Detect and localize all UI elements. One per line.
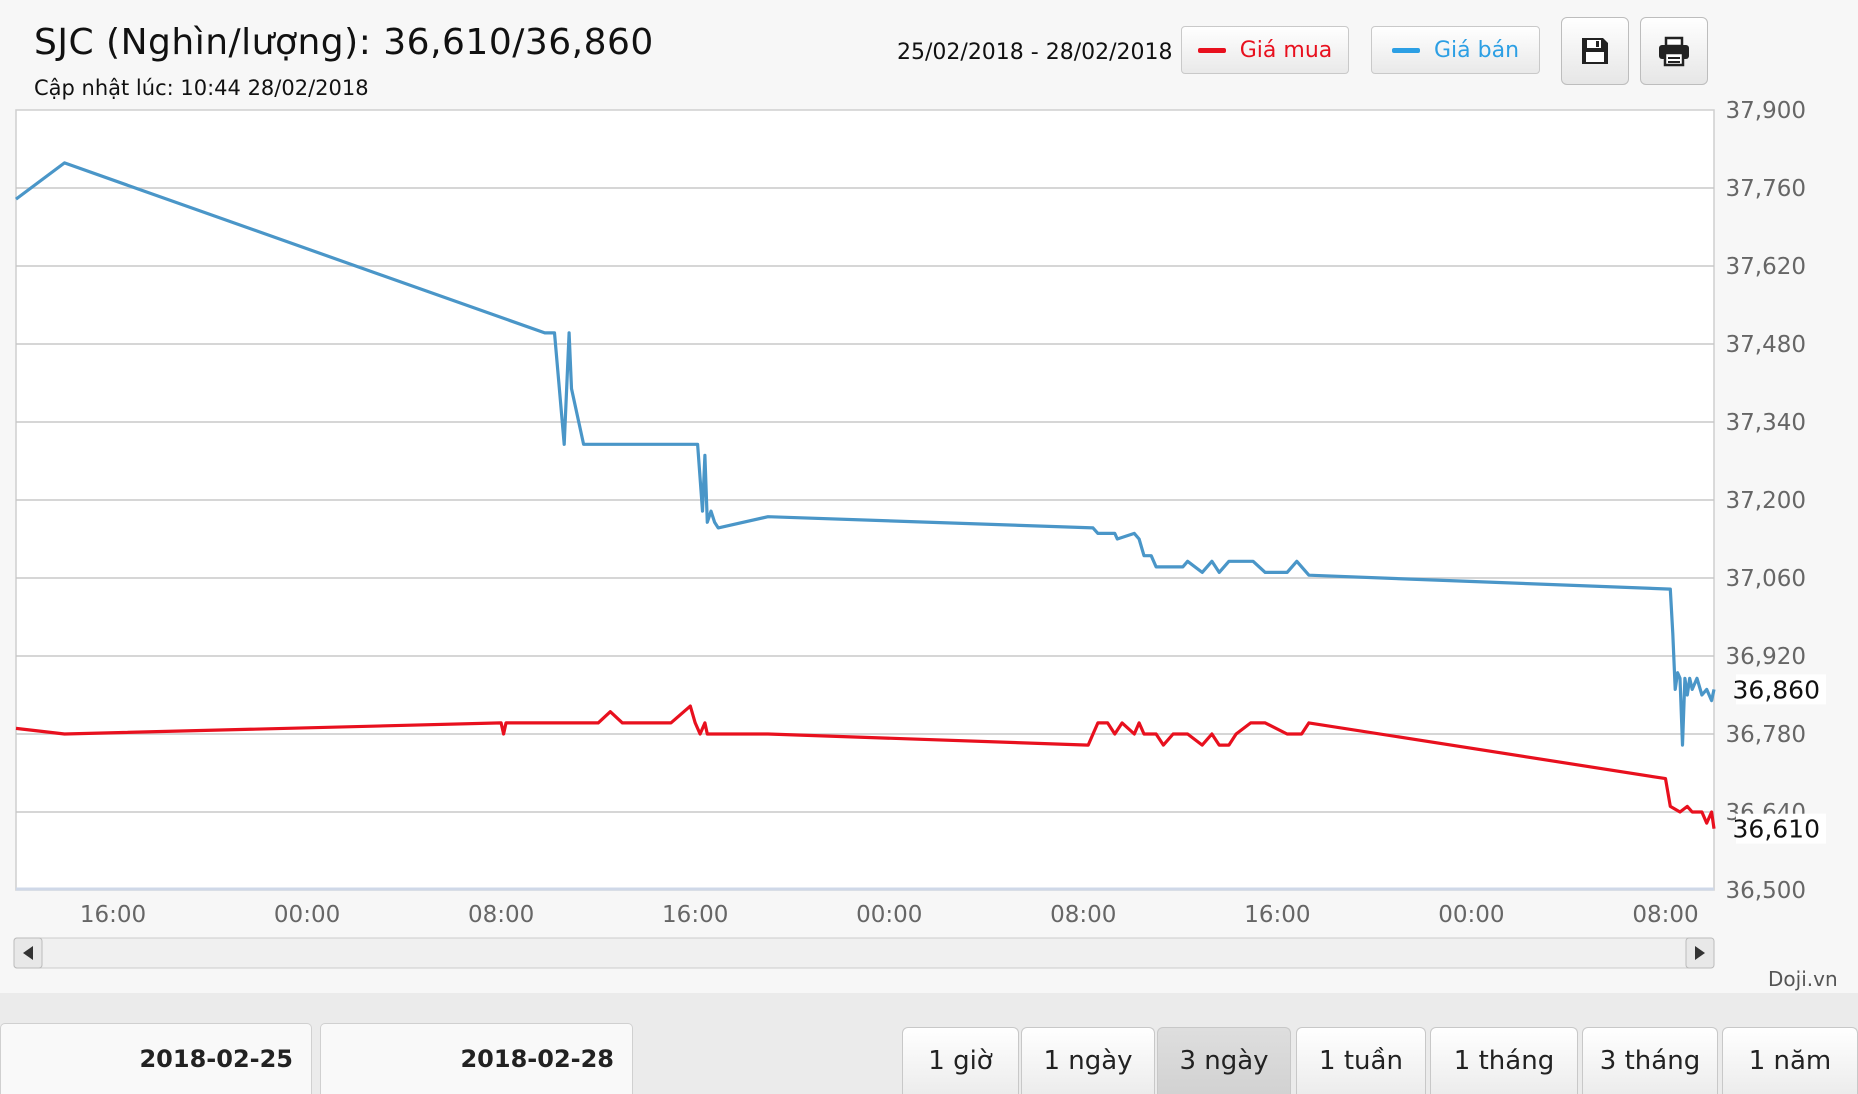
x-tick-label: 08:00 <box>1632 902 1698 928</box>
scroll-right-button[interactable] <box>1685 937 1715 969</box>
y-tick-label: 36,500 <box>1726 878 1806 904</box>
y-tick-label: 37,480 <box>1726 332 1806 358</box>
x-tick-label: 08:00 <box>468 902 534 928</box>
last-value-label: 36,610 <box>1733 815 1820 844</box>
y-tick-label: 37,620 <box>1726 254 1806 280</box>
y-tick-label: 37,340 <box>1726 410 1806 436</box>
date-from-field[interactable]: 2018-02-25 <box>0 1023 312 1094</box>
x-tick-label: 16:00 <box>662 902 728 928</box>
last-value-label: 36,860 <box>1733 675 1820 704</box>
period-tab[interactable]: 1 tuần <box>1296 1027 1426 1094</box>
x-tick-label: 00:00 <box>274 902 340 928</box>
period-tab[interactable]: 3 tháng <box>1582 1027 1718 1094</box>
period-tab[interactable]: 1 ngày <box>1021 1027 1155 1094</box>
y-tick-label: 36,920 <box>1726 644 1806 670</box>
period-tab[interactable]: 1 tháng <box>1430 1027 1578 1094</box>
scroll-left-button[interactable] <box>13 937 43 969</box>
horizontal-scrollbar[interactable] <box>13 937 1715 969</box>
x-tick-label: 16:00 <box>80 902 146 928</box>
period-tab[interactable]: 3 ngày <box>1157 1027 1291 1094</box>
price-chart: 36,50036,64036,78036,92037,06037,20037,3… <box>13 98 1826 969</box>
date-to-field[interactable]: 2018-02-28 <box>320 1023 633 1094</box>
y-tick-label: 37,200 <box>1726 488 1806 514</box>
x-tick-label: 08:00 <box>1050 902 1116 928</box>
period-tab[interactable]: 1 năm <box>1722 1027 1858 1094</box>
x-tick-label: 00:00 <box>856 902 922 928</box>
y-tick-label: 37,760 <box>1726 176 1806 202</box>
period-tab[interactable]: 1 giờ <box>902 1027 1019 1094</box>
y-tick-label: 37,900 <box>1726 98 1806 124</box>
y-tick-label: 36,780 <box>1726 722 1806 748</box>
x-tick-label: 00:00 <box>1438 902 1504 928</box>
x-tick-label: 16:00 <box>1244 902 1310 928</box>
credit-label[interactable]: Doji.vn <box>1768 967 1838 991</box>
y-tick-label: 37,060 <box>1726 566 1806 592</box>
